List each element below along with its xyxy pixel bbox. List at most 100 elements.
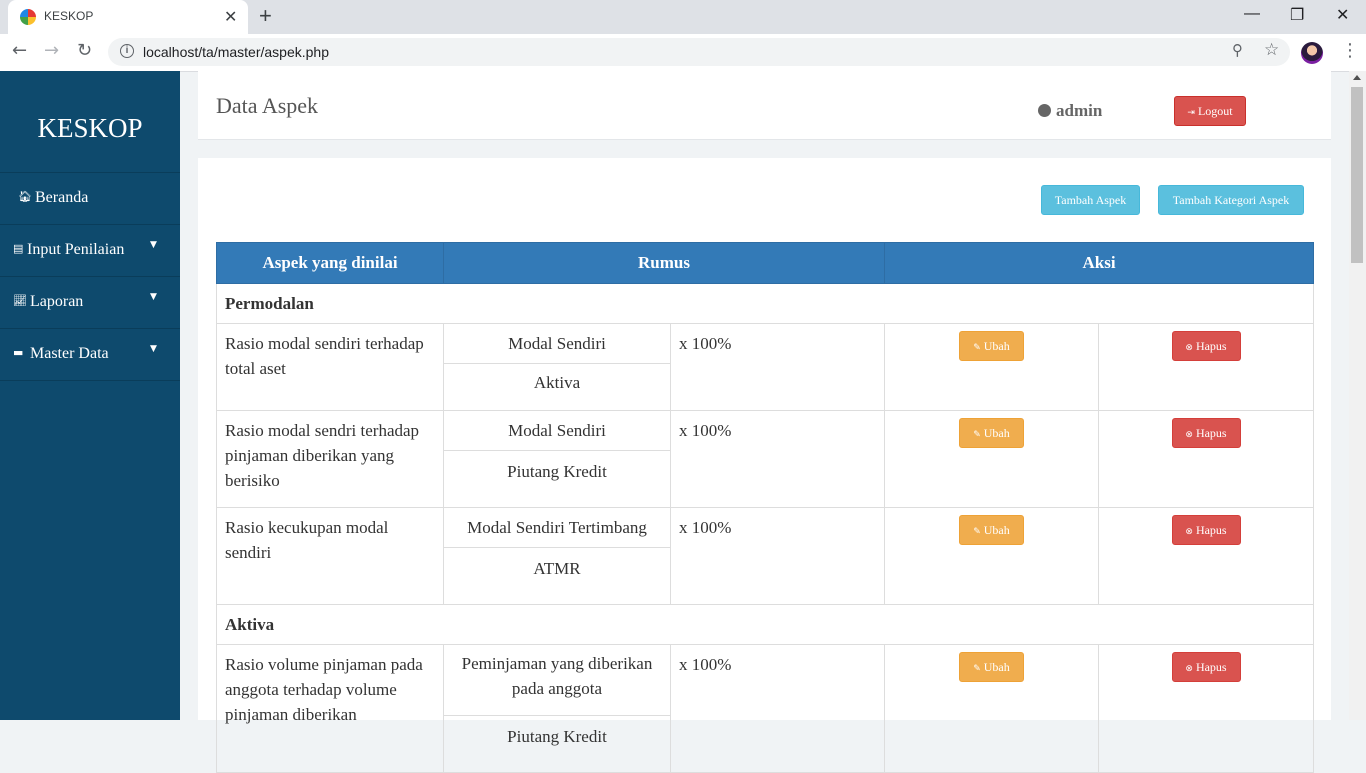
delete-cell: ⊗ Hapus <box>1097 507 1315 605</box>
brand-title[interactable]: KESKOP <box>0 113 180 144</box>
ubah-button[interactable]: ✎ Ubah <box>959 331 1024 361</box>
aspek-name: Rasio modal sendri terhadap pinjaman dib… <box>216 410 444 508</box>
rumus-denominator: Piutang Kredit <box>443 715 671 773</box>
delete-cell: ⊗ Hapus <box>1097 644 1315 773</box>
sidebar-item-master-data[interactable]: ▬ Master Data ▼ <box>0 328 180 381</box>
minimize-icon[interactable]: — <box>1244 5 1260 23</box>
scrollbar-thumb[interactable] <box>1351 87 1363 263</box>
ubah-button[interactable]: ✎ Ubah <box>959 515 1024 545</box>
rumus-numerator: Modal Sendiri Tertimbang <box>443 507 671 548</box>
edit-icon: ✎ <box>973 430 981 440</box>
chevron-down-icon: ▼ <box>150 344 157 354</box>
delete-cell: ⊗ Hapus <box>1097 323 1315 411</box>
hapus-button[interactable]: ⊗ Hapus <box>1171 331 1241 361</box>
edit-cell: ✎ Ubah <box>884 507 1099 605</box>
edit-icon: ✎ <box>973 343 981 353</box>
profile-avatar[interactable] <box>1301 42 1323 64</box>
browser-tabbar: KESKOP ✕ + — ❐ ✕ <box>0 0 1366 34</box>
hapus-button[interactable]: ⊗ Hapus <box>1171 515 1241 545</box>
bookmark-star-icon[interactable]: ☆ <box>1264 40 1279 60</box>
browser-tab[interactable]: KESKOP ✕ <box>8 0 248 34</box>
home-icon: 🏠︎ <box>18 190 32 203</box>
new-tab-icon[interactable]: + <box>259 3 272 29</box>
ubah-button[interactable]: ✎ Ubah <box>959 418 1024 448</box>
rumus-denominator: ATMR <box>443 547 671 605</box>
chevron-down-icon: ▼ <box>150 292 157 302</box>
sidebar-item-label: Laporan <box>30 293 84 310</box>
rumus-numerator: Modal Sendiri <box>443 323 671 364</box>
column-header-aksi: Aksi <box>883 242 1315 284</box>
forward-icon[interactable]: → <box>44 40 59 61</box>
page-header: Data Aspek admin ⇥ Logout <box>198 71 1331 140</box>
column-header-rumus: Rumus <box>443 242 885 284</box>
edit-cell: ✎ Ubah <box>884 410 1099 508</box>
favicon-icon <box>20 9 36 25</box>
browser-toolbar: ← → ↻ i localhost/ta/master/aspek.php ⚲ … <box>0 34 1366 72</box>
sidebar-item-laporan[interactable]: 📈︎ Laporan ▼ <box>0 276 180 328</box>
table-header-row: Aspek yang dinilai Rumus Aksi <box>216 242 1315 284</box>
sidebar: KESKOP 🏠︎ Beranda ▤ Input Penilaian ▼ 📈︎… <box>0 71 180 720</box>
tambah-aspek-button[interactable]: Tambah Aspek <box>1041 185 1140 215</box>
tambah-kategori-aspek-button[interactable]: Tambah Kategori Aspek <box>1158 185 1304 215</box>
table-row: Rasio kecukupan modal sendiri Modal Send… <box>216 507 1315 605</box>
delete-icon: ⊗ <box>1185 430 1193 440</box>
info-icon[interactable]: i <box>120 44 134 58</box>
table-row: Rasio volume pinjaman pada anggota terha… <box>216 644 1315 773</box>
restore-icon[interactable]: ❐ <box>1290 5 1304 25</box>
ubah-button[interactable]: ✎ Ubah <box>959 652 1024 682</box>
reload-icon[interactable]: ↻ <box>77 40 92 61</box>
table-row: Rasio modal sendri terhadap pinjaman dib… <box>216 410 1315 508</box>
rumus-denominator: Piutang Kredit <box>443 450 671 508</box>
user-icon <box>1038 104 1051 117</box>
edit-icon: ✎ <box>973 664 981 674</box>
rumus-multiplier: x 100% <box>670 644 885 773</box>
delete-icon: ⊗ <box>1185 664 1193 674</box>
tab-title: KESKOP <box>44 9 94 23</box>
zoom-icon[interactable]: ⚲ <box>1232 41 1243 59</box>
file-icon: ▤ <box>13 242 24 255</box>
hapus-button[interactable]: ⊗ Hapus <box>1171 652 1241 682</box>
rumus-multiplier: x 100% <box>670 507 885 605</box>
table-row: Rasio modal sendiri terhadap total aset … <box>216 323 1315 411</box>
close-window-icon[interactable]: ✕ <box>1336 5 1349 25</box>
sidebar-item-label: Beranda <box>35 189 89 206</box>
rumus-multiplier: x 100% <box>670 323 885 411</box>
browser-menu-icon[interactable]: ⋮ <box>1341 40 1359 61</box>
delete-icon: ⊗ <box>1185 527 1193 537</box>
address-bar[interactable]: i localhost/ta/master/aspek.php ⚲ ☆ <box>108 38 1290 66</box>
hapus-button[interactable]: ⊗ Hapus <box>1171 418 1241 448</box>
scroll-up-icon[interactable] <box>1353 75 1361 80</box>
rumus-numerator: Peminjaman yang diberikan pada anggota <box>443 644 671 716</box>
edit-cell: ✎ Ubah <box>884 323 1099 411</box>
sidebar-item-label: Input Penilaian <box>27 241 125 258</box>
aspek-name: Rasio volume pinjaman pada anggota terha… <box>216 644 444 773</box>
back-icon[interactable]: ← <box>12 40 27 61</box>
edit-icon: ✎ <box>973 527 981 537</box>
page-title: Data Aspek <box>216 93 319 118</box>
close-tab-icon[interactable]: ✕ <box>224 7 237 27</box>
rumus-numerator: Modal Sendiri <box>443 410 671 451</box>
page-scrollbar[interactable] <box>1349 71 1366 720</box>
delete-cell: ⊗ Hapus <box>1097 410 1315 508</box>
edit-cell: ✎ Ubah <box>884 644 1099 773</box>
chevron-down-icon: ▼ <box>150 240 157 250</box>
logout-button[interactable]: ⇥ Logout <box>1174 96 1246 126</box>
url-text[interactable]: localhost/ta/master/aspek.php <box>143 44 329 60</box>
delete-icon: ⊗ <box>1185 343 1193 353</box>
sidebar-item-beranda[interactable]: 🏠︎ Beranda <box>0 172 180 224</box>
category-name: Permodalan <box>215 283 1315 324</box>
user-name: admin <box>1056 101 1103 120</box>
chart-icon: 📈︎ <box>13 294 27 307</box>
rumus-multiplier: x 100% <box>670 410 885 508</box>
rumus-denominator: Aktiva <box>443 363 671 411</box>
category-name: Aktiva <box>215 604 1315 645</box>
aspek-name: Rasio kecukupan modal sendiri <box>216 507 444 605</box>
category-row: Aktiva <box>215 604 1315 645</box>
folder-icon: ▬ <box>13 346 24 359</box>
sidebar-item-input-penilaian[interactable]: ▤ Input Penilaian ▼ <box>0 224 180 276</box>
aspek-name: Rasio modal sendiri terhadap total aset <box>216 323 444 411</box>
category-row: Permodalan <box>215 283 1315 324</box>
column-header-aspek: Aspek yang dinilai <box>216 242 444 284</box>
aspek-table: Aspek yang dinilai Rumus Aksi Permodalan… <box>215 242 1315 773</box>
sign-out-icon: ⇥ <box>1187 108 1195 118</box>
